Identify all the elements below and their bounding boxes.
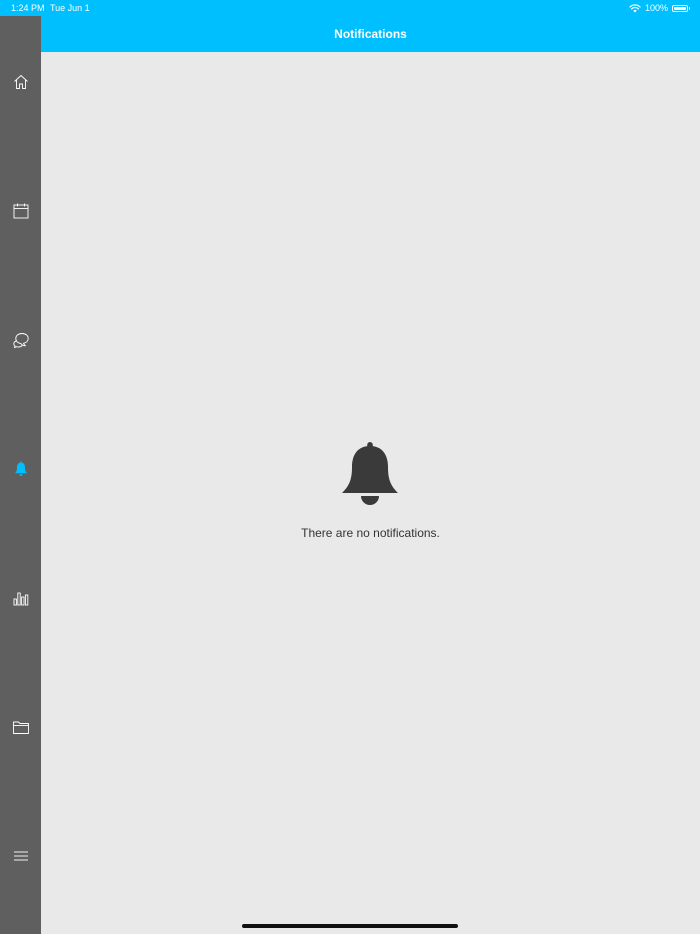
page-title: Notifications [334,27,407,41]
sidebar-nav [0,16,41,934]
calendar-icon [13,203,28,219]
battery-percentage: 100% [644,3,668,13]
status-indicators: 100% [629,0,690,16]
sidebar-item-files[interactable] [0,709,41,745]
chat-bubbles-icon [12,333,29,349]
folder-icon [12,721,29,734]
battery-icon [672,4,690,12]
sidebar-item-notifications[interactable] [0,451,41,487]
page-header: Notifications [41,16,700,52]
hamburger-menu-icon [13,851,28,861]
home-icon [13,75,28,89]
status-date: Tue Jun 1 [50,3,90,13]
status-time: 1:24 PM [11,3,45,13]
bar-chart-icon [13,592,28,606]
sidebar-item-calendar[interactable] [0,193,41,229]
sidebar-item-home[interactable] [0,64,41,100]
empty-state-message: There are no notifications. [301,526,440,540]
sidebar-item-menu[interactable] [0,838,41,874]
sidebar-item-messages[interactable] [0,322,41,358]
bell-icon [14,461,27,476]
wifi-icon [629,3,641,12]
status-bar: 1:24 PM Tue Jun 1 100% [0,0,700,16]
sidebar-item-reports[interactable] [0,580,41,616]
battery-level [674,6,686,10]
bell-icon [342,442,398,505]
notifications-content: There are no notifications. [41,52,700,934]
home-indicator[interactable] [242,924,458,928]
